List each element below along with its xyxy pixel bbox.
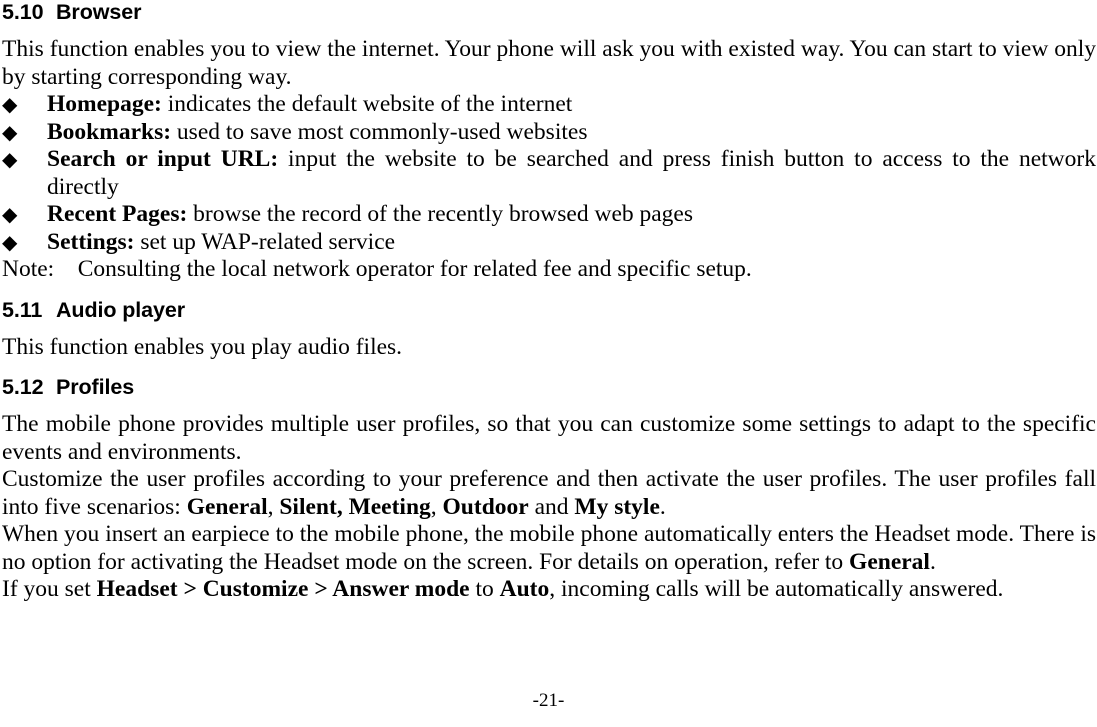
- note-label: Note:: [2, 256, 55, 282]
- heading-5-10: 5.10 Browser: [2, 0, 1096, 25]
- heading-5-11: 5.11 Audio player: [2, 298, 1096, 323]
- list-item-description: indicates the default website of the int…: [161, 91, 573, 117]
- list-item-search-or-input-url: ◆ Search or input URL: input the website…: [2, 146, 1096, 201]
- page-number: -21-: [532, 690, 565, 711]
- separator: and: [528, 493, 575, 520]
- list-item-term: Search or input URL:: [47, 146, 279, 172]
- diamond-bullet-icon: ◆: [2, 147, 18, 171]
- list-item-text: Bookmarks: used to save most commonly-us…: [47, 119, 1096, 147]
- profiles-4-end: , incoming calls will be automatically a…: [549, 576, 1004, 602]
- diamond-bullet-icon: ◆: [2, 92, 18, 116]
- period: .: [929, 548, 936, 575]
- diamond-bullet-icon: ◆: [2, 202, 18, 226]
- option-auto: Auto: [499, 576, 550, 602]
- list-item-text: Homepage: indicates the default website …: [47, 91, 1096, 119]
- profile-name-my-style: My style: [574, 493, 660, 520]
- list-item-description: used to save most commonly-used websites: [171, 118, 588, 145]
- list-item-text: Recent Pages: browse the record of the r…: [47, 201, 1096, 229]
- paragraph-profiles-1: The mobile phone provides multiple user …: [2, 411, 1096, 465]
- list-item-term: Bookmarks:: [47, 118, 172, 145]
- paragraph-audio-player-intro: This function enables you play audio fil…: [2, 333, 403, 360]
- list-item-homepage: ◆ Homepage: indicates the default websit…: [2, 91, 1096, 119]
- list-item-settings: ◆ Settings: set up WAP-related service: [2, 229, 1096, 257]
- heading-5-10-number: 5.10: [2, 0, 44, 24]
- separator: ,: [430, 493, 443, 520]
- heading-5-10-title: Browser: [56, 0, 142, 24]
- profile-name-outdoor: Outdoor: [442, 493, 529, 520]
- diamond-bullet-icon: ◆: [2, 119, 18, 144]
- paragraph-profiles-3: When you insert an earpiece to the mobil…: [2, 521, 1096, 576]
- profile-name-general: General: [186, 493, 268, 520]
- diamond-bullet-icon: ◆: [2, 229, 18, 254]
- list-item-description: set up WAP-related service: [134, 228, 396, 255]
- document-page: 5.10 Browser This function enables you to…: [0, 0, 1097, 727]
- heading-5-11-number: 5.11: [2, 297, 43, 322]
- profiles-4-lead: If you set: [2, 576, 97, 602]
- heading-5-11-title: Audio player: [56, 297, 186, 322]
- page-content: 5.10 Browser This function enables you to…: [2, 0, 1096, 604]
- paragraph-profiles-2: Customize the user profiles according to…: [2, 466, 1096, 521]
- heading-5-12-title: Profiles: [56, 375, 135, 399]
- period: .: [659, 493, 666, 520]
- profiles-4-mid: to: [469, 576, 500, 602]
- note-text: Consulting the local network operator fo…: [77, 256, 752, 282]
- heading-5-12: 5.12 Profiles: [2, 375, 1096, 400]
- menu-path-answer-mode: Headset > Customize > Answer mode: [96, 576, 470, 602]
- list-item-bookmarks: ◆ Bookmarks: used to save most commonly-…: [2, 119, 1096, 147]
- profile-name-general-ref: General: [849, 548, 930, 575]
- list-item-term: Homepage:: [47, 91, 162, 117]
- list-item-description: browse the record of the recently browse…: [187, 201, 694, 227]
- heading-5-12-number: 5.12: [2, 375, 44, 399]
- profile-name-silent-meeting: Silent, Meeting: [279, 493, 431, 520]
- paragraph-profiles-4: If you set Headset > Customize > Answer …: [2, 576, 1096, 604]
- list-item-text: Settings: set up WAP-related service: [47, 229, 1096, 257]
- list-item-text: Search or input URL: input the website t…: [47, 146, 1096, 201]
- list-item-term: Settings:: [47, 228, 135, 255]
- list-item-term: Recent Pages:: [47, 201, 188, 227]
- separator: ,: [267, 493, 280, 520]
- note-browser: Note: Consulting the local network opera…: [2, 256, 1096, 284]
- paragraph-browser-intro: This function enables you to view the in…: [2, 36, 1096, 90]
- list-item-recent-pages: ◆ Recent Pages: browse the record of the…: [2, 201, 1096, 229]
